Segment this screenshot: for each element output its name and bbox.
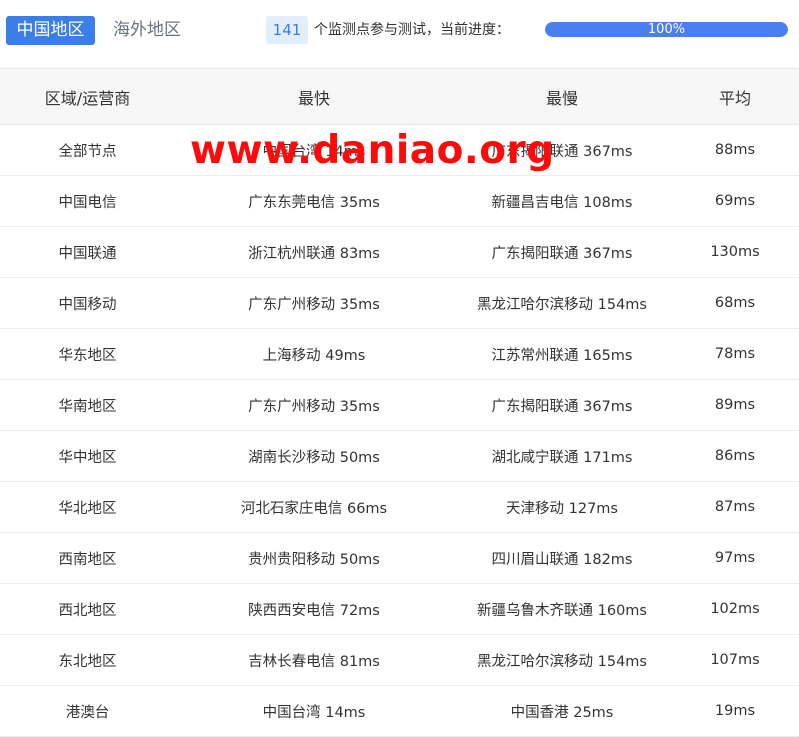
cell-fastest: 湖南长沙移动 50ms — [175, 430, 453, 482]
cell-slowest: 天津移动 127ms — [453, 481, 671, 533]
tab-overseas-region[interactable]: 海外地区 — [106, 16, 188, 45]
cell-region: 中国移动 — [0, 277, 175, 329]
cell-region: 华北地区 — [0, 481, 175, 533]
cell-fastest: 广东广州移动 35ms — [175, 277, 453, 329]
cell-average: 107ms — [671, 634, 799, 686]
cell-region: 中国联通 — [0, 226, 175, 278]
table-row: 西南地区 贵州贵阳移动 50ms 四川眉山联通 182ms 97ms — [0, 532, 799, 584]
cell-slowest: 广东揭阳联通 367ms — [453, 379, 671, 431]
cell-slowest: 新疆乌鲁木齐联通 160ms — [453, 583, 671, 635]
cell-average: 87ms — [671, 481, 799, 533]
table-row: 东北地区 吉林长春电信 81ms 黑龙江哈尔滨移动 154ms 107ms — [0, 634, 799, 686]
cell-region: 全部节点 — [0, 124, 175, 176]
table-header-row: 区域/运营商 最快 最慢 平均 — [0, 68, 799, 125]
test-progress-bar: 100% — [545, 22, 788, 37]
cell-region: 华东地区 — [0, 328, 175, 380]
cell-fastest: 上海移动 49ms — [175, 328, 453, 380]
table-row: 中国联通 浙江杭州联通 83ms 广东揭阳联通 367ms 130ms — [0, 226, 799, 278]
tab-china-region[interactable]: 中国地区 — [6, 16, 95, 45]
header-region-carrier: 区域/运营商 — [0, 68, 175, 125]
table-row: 中国移动 广东广州移动 35ms 黑龙江哈尔滨移动 154ms 68ms — [0, 277, 799, 329]
cell-slowest: 黑龙江哈尔滨移动 154ms — [453, 634, 671, 686]
cell-fastest: 广东东莞电信 35ms — [175, 175, 453, 227]
cell-region: 中国电信 — [0, 175, 175, 227]
cell-average: 68ms — [671, 277, 799, 329]
header-slowest: 最慢 — [453, 68, 671, 125]
header-average: 平均 — [671, 68, 799, 125]
cell-slowest: 江苏常州联通 165ms — [453, 328, 671, 380]
watermark-text: www.daniao.org — [190, 128, 555, 173]
cell-average: 89ms — [671, 379, 799, 431]
cell-average: 130ms — [671, 226, 799, 278]
cell-slowest: 新疆昌吉电信 108ms — [453, 175, 671, 227]
cell-average: 88ms — [671, 124, 799, 176]
cell-fastest: 广东广州移动 35ms — [175, 379, 453, 431]
table-row: 华北地区 河北石家庄电信 66ms 天津移动 127ms 87ms — [0, 481, 799, 533]
cell-average: 86ms — [671, 430, 799, 482]
cell-average: 78ms — [671, 328, 799, 380]
region-toolbar: 中国地区 海外地区 141 个监测点参与测试，当前进度： 100% — [0, 0, 799, 66]
table-row: 华中地区 湖南长沙移动 50ms 湖北咸宁联通 171ms 86ms — [0, 430, 799, 482]
cell-slowest: 广东揭阳联通 367ms — [453, 226, 671, 278]
cell-fastest: 浙江杭州联通 83ms — [175, 226, 453, 278]
cell-average: 69ms — [671, 175, 799, 227]
cell-fastest: 贵州贵阳移动 50ms — [175, 532, 453, 584]
table-row: 华南地区 广东广州移动 35ms 广东揭阳联通 367ms 89ms — [0, 379, 799, 431]
table-row: 华东地区 上海移动 49ms 江苏常州联通 165ms 78ms — [0, 328, 799, 380]
progress-percent-label: 100% — [647, 22, 686, 37]
progress-description: 个监测点参与测试，当前进度： — [314, 22, 510, 38]
header-fastest: 最快 — [175, 68, 453, 125]
cell-region: 华中地区 — [0, 430, 175, 482]
cell-region: 东北地区 — [0, 634, 175, 686]
cell-slowest: 四川眉山联通 182ms — [453, 532, 671, 584]
table-body: 全部节点 中国台湾 14ms 广东揭阳联通 367ms 88ms 中国电信 广东东莞电信 … — [0, 124, 799, 737]
cell-region: 华南地区 — [0, 379, 175, 431]
cell-region: 西北地区 — [0, 583, 175, 635]
cell-fastest: 吉林长春电信 81ms — [175, 634, 453, 686]
cell-slowest: 黑龙江哈尔滨移动 154ms — [453, 277, 671, 329]
cell-average: 102ms — [671, 583, 799, 635]
monitor-count-badge: 141 — [266, 16, 308, 44]
cell-fastest: 陕西西安电信 72ms — [175, 583, 453, 635]
cell-fastest: 河北石家庄电信 66ms — [175, 481, 453, 533]
table-row: 西北地区 陕西西安电信 72ms 新疆乌鲁木齐联通 160ms 102ms — [0, 583, 799, 635]
table-row: 中国电信 广东东莞电信 35ms 新疆昌吉电信 108ms 69ms — [0, 175, 799, 227]
cell-region: 西南地区 — [0, 532, 175, 584]
cell-average: 97ms — [671, 532, 799, 584]
cell-slowest: 湖北咸宁联通 171ms — [453, 430, 671, 482]
